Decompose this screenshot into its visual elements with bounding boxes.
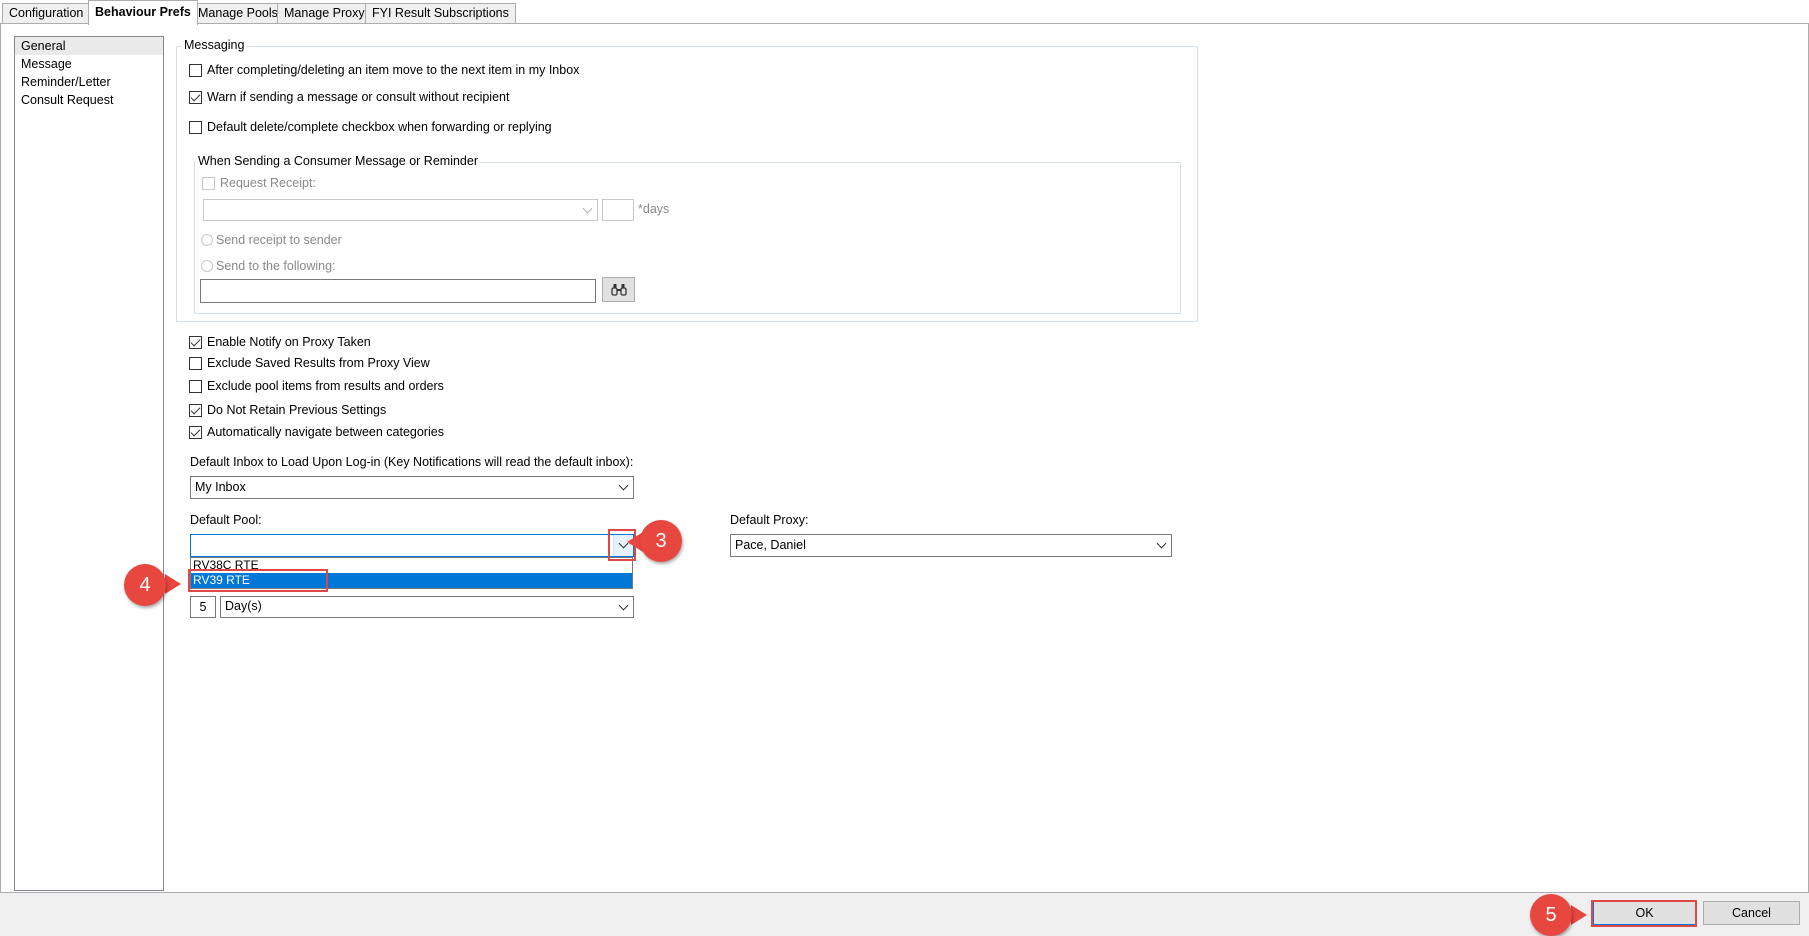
tab-configuration[interactable]: Configuration (2, 3, 91, 24)
exclude-pool-label: Exclude pool items from results and orde… (207, 379, 444, 393)
highlight-ok-button (1591, 900, 1697, 927)
callout-5: 5 (1530, 894, 1572, 936)
exclude-saved-option[interactable]: Exclude Saved Results from Proxy View (189, 354, 430, 372)
default-inbox-combo[interactable]: My Inbox (190, 476, 634, 499)
receipt-type-combo[interactable] (203, 199, 598, 221)
auto-nav-checkbox[interactable] (189, 425, 202, 439)
default-pool-combo[interactable] (190, 534, 634, 557)
default-delete-checkbox[interactable] (189, 120, 202, 134)
send-to-sender-option[interactable]: Send receipt to sender (201, 231, 342, 249)
nav-item-general[interactable]: General (15, 37, 163, 55)
callout-4: 4 (124, 564, 166, 606)
request-receipt-checkbox[interactable] (202, 176, 215, 190)
find-recipient-button[interactable] (602, 277, 635, 302)
default-proxy-combo[interactable]: Pace, Daniel (730, 534, 1172, 557)
exclude-saved-label: Exclude Saved Results from Proxy View (207, 356, 430, 370)
default-delete-option[interactable]: Default delete/complete checkbox when fo… (189, 118, 552, 136)
highlight-pool-option (188, 569, 328, 592)
callout-4-pointer (165, 574, 181, 594)
send-to-following-radio[interactable] (201, 260, 213, 272)
exclude-pool-option[interactable]: Exclude pool items from results and orde… (189, 377, 444, 395)
receipt-type-dropdown-button[interactable] (577, 200, 597, 220)
send-to-following-option[interactable]: Send to the following: (201, 257, 336, 275)
tab-manage-proxy[interactable]: Manage Proxy (277, 3, 372, 24)
days-label: *days (638, 202, 670, 216)
callout-5-pointer (1571, 905, 1587, 925)
no-retain-checkbox[interactable] (189, 403, 202, 417)
nav-item-reminder-letter[interactable]: Reminder/Letter (15, 73, 163, 91)
auto-nav-option[interactable]: Automatically navigate between categorie… (189, 423, 444, 441)
no-retain-option[interactable]: Do Not Retain Previous Settings (189, 401, 386, 419)
tab-fyi-result-subscriptions[interactable]: FYI Result Subscriptions (365, 3, 516, 24)
warn-no-recipient-checkbox[interactable] (189, 90, 202, 104)
default-delete-label: Default delete/complete checkbox when fo… (207, 120, 552, 134)
category-list: General Message Reminder/Letter Consult … (14, 36, 164, 891)
default-proxy-dropdown-button[interactable] (1151, 535, 1171, 556)
retention-unit-value: Day(s) (225, 599, 262, 613)
retention-unit-combo[interactable]: Day(s) (220, 596, 634, 618)
warn-no-recipient-option[interactable]: Warn if sending a message or consult wit… (189, 88, 509, 106)
auto-nav-label: Automatically navigate between categorie… (207, 425, 444, 439)
consumer-group-label: When Sending a Consumer Message or Remin… (196, 154, 480, 168)
move-next-checkbox[interactable] (189, 63, 202, 77)
send-to-sender-label: Send receipt to sender (216, 233, 342, 247)
binoculars-icon (610, 283, 627, 296)
default-inbox-dropdown-button[interactable] (613, 477, 633, 498)
notify-proxy-option[interactable]: Enable Notify on Proxy Taken (189, 333, 371, 351)
default-inbox-value: My Inbox (195, 480, 246, 494)
move-next-label: After completing/deleting an item move t… (207, 63, 580, 77)
send-to-sender-radio[interactable] (201, 234, 213, 246)
default-proxy-label: Default Proxy: (730, 513, 809, 527)
cancel-button[interactable]: Cancel (1703, 901, 1800, 925)
notify-proxy-checkbox[interactable] (189, 335, 202, 349)
chevron-down-icon (1156, 538, 1166, 549)
request-receipt-option[interactable]: Request Receipt: (202, 174, 316, 192)
chevron-down-icon (618, 480, 628, 491)
exclude-saved-checkbox[interactable] (189, 356, 202, 370)
recipients-input[interactable] (200, 279, 596, 303)
retention-unit-dropdown-button[interactable] (613, 597, 633, 617)
retention-count-input[interactable]: 5 (190, 596, 216, 618)
warn-no-recipient-label: Warn if sending a message or consult wit… (207, 90, 510, 104)
request-receipt-label: Request Receipt: (220, 176, 316, 190)
chevron-down-icon (618, 600, 628, 610)
tab-manage-pools[interactable]: Manage Pools (191, 3, 285, 24)
chevron-down-icon (582, 203, 592, 213)
nav-item-consult-request[interactable]: Consult Request (15, 91, 163, 109)
receipt-days-input[interactable] (602, 199, 634, 221)
callout-3: 3 (640, 520, 682, 562)
nav-item-message[interactable]: Message (15, 55, 163, 73)
notify-proxy-label: Enable Notify on Proxy Taken (207, 335, 371, 349)
move-next-option[interactable]: After completing/deleting an item move t… (189, 61, 579, 79)
retention-count-value: 5 (199, 600, 207, 614)
default-pool-label: Default Pool: (190, 513, 262, 527)
default-proxy-value: Pace, Daniel (735, 538, 806, 552)
tab-bar: Configuration Behaviour Prefs Manage Poo… (0, 0, 1809, 25)
messaging-group-label: Messaging (182, 38, 247, 52)
exclude-pool-checkbox[interactable] (189, 379, 202, 393)
send-to-following-label: Send to the following: (216, 259, 336, 273)
default-inbox-label: Default Inbox to Load Upon Log-in (Key N… (190, 455, 634, 469)
tab-behaviour-prefs[interactable]: Behaviour Prefs (88, 0, 198, 25)
no-retain-label: Do Not Retain Previous Settings (207, 403, 387, 417)
